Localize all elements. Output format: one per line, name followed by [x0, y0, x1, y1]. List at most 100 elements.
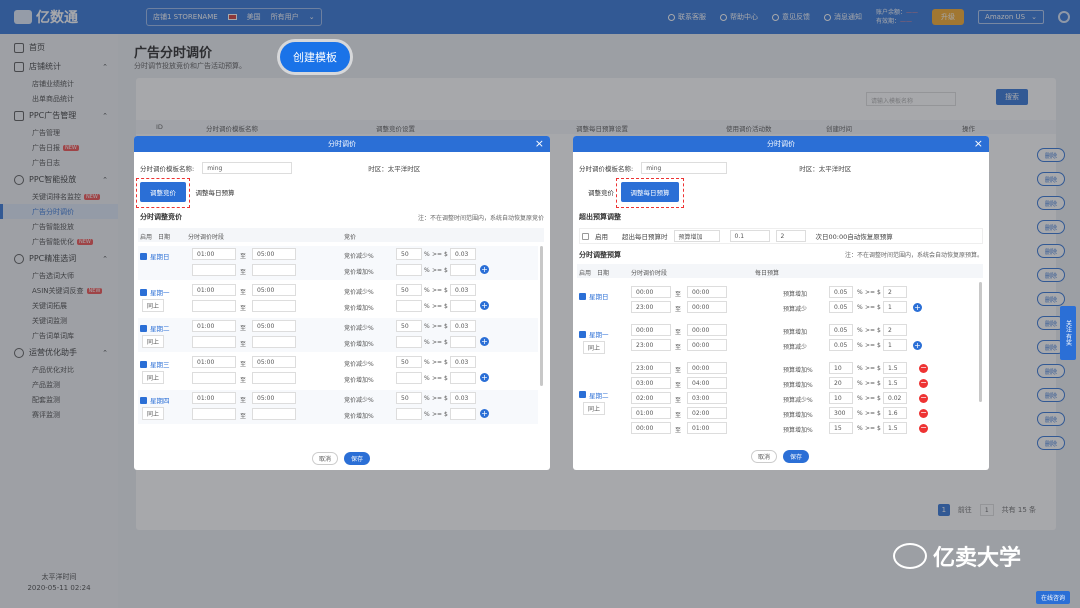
adjust-type[interactable]: 预算减少: [783, 342, 807, 351]
adjust-type[interactable]: 预算减少: [783, 304, 807, 313]
time-start-input[interactable]: 03:00: [631, 377, 671, 389]
enable-checkbox[interactable]: [579, 292, 586, 300]
add-row-button[interactable]: +: [480, 301, 489, 310]
template-name-input[interactable]: ming: [641, 162, 728, 174]
limit-input[interactable]: 0.02: [883, 392, 907, 404]
limit-input[interactable]: [450, 408, 476, 420]
time-start-input[interactable]: [192, 372, 236, 384]
limit-input[interactable]: 2: [883, 324, 907, 336]
enable-checkbox[interactable]: [140, 396, 147, 404]
adjust-type[interactable]: 竞价减少%: [344, 287, 374, 296]
same-as-above-button[interactable]: 同上: [142, 371, 165, 384]
percent-input[interactable]: 15: [829, 422, 853, 434]
add-row-button[interactable]: +: [480, 337, 489, 346]
enable-checkbox[interactable]: [140, 324, 147, 332]
time-start-input[interactable]: 23:00: [631, 339, 671, 351]
add-row-button[interactable]: +: [913, 303, 922, 312]
adjust-type[interactable]: 预算增加: [783, 327, 807, 336]
time-start-input[interactable]: 00:00: [631, 324, 671, 336]
limit-input[interactable]: 1.5: [883, 377, 907, 389]
percent-input[interactable]: 20: [829, 377, 853, 389]
add-row-button[interactable]: +: [480, 409, 489, 418]
same-as-above-button[interactable]: 同上: [583, 401, 606, 415]
percent-input[interactable]: [396, 372, 422, 384]
time-start-input[interactable]: 01:00: [192, 320, 236, 332]
side-float-tab[interactable]: 关注 有奖: [1060, 306, 1076, 360]
tab-adjust-budget[interactable]: 调整每日预算: [190, 182, 240, 202]
time-start-input[interactable]: 01:00: [192, 356, 236, 368]
limit-input[interactable]: [450, 264, 476, 276]
close-icon[interactable]: ×: [535, 137, 544, 150]
limit-input[interactable]: 0.03: [450, 284, 476, 296]
same-as-above-button[interactable]: 同上: [142, 407, 165, 420]
time-start-input[interactable]: 01:00: [631, 407, 671, 419]
adjust-type[interactable]: 竞价减少%: [344, 395, 374, 404]
adjust-type[interactable]: 预算减少%: [783, 395, 813, 404]
time-end-input[interactable]: [252, 264, 296, 276]
save-button[interactable]: 保存: [344, 452, 370, 465]
remove-row-button[interactable]: −: [919, 379, 928, 388]
tab-adjust-bid[interactable]: 调整竞价: [140, 182, 186, 202]
time-end-input[interactable]: 05:00: [252, 284, 296, 296]
tab-adjust-bid[interactable]: 调整竞价: [581, 182, 621, 202]
percent-input[interactable]: [396, 408, 422, 420]
time-end-input[interactable]: [252, 372, 296, 384]
time-end-input[interactable]: 00:00: [687, 362, 727, 374]
time-end-input[interactable]: 00:00: [687, 301, 727, 313]
time-start-input[interactable]: 00:00: [631, 422, 671, 434]
adjust-type[interactable]: 预算增加%: [783, 410, 813, 419]
time-end-input[interactable]: 01:00: [687, 422, 727, 434]
same-as-above-button[interactable]: 同上: [142, 335, 165, 348]
adjust-type[interactable]: 竞价增加%: [344, 303, 374, 312]
close-icon[interactable]: ×: [974, 137, 983, 150]
day-row[interactable]: 星期日: [579, 291, 609, 301]
cancel-button[interactable]: 取消: [751, 450, 777, 463]
remove-row-button[interactable]: −: [919, 364, 928, 373]
day-row[interactable]: 星期三: [140, 359, 170, 369]
percent-input[interactable]: [396, 264, 422, 276]
add-row-button[interactable]: +: [480, 373, 489, 382]
adjust-type[interactable]: 竞价减少%: [344, 251, 374, 260]
time-start-input[interactable]: [192, 408, 236, 420]
time-end-input[interactable]: 00:00: [687, 324, 727, 336]
percent-input[interactable]: 0.05: [829, 339, 853, 351]
percent-input[interactable]: [396, 336, 422, 348]
time-start-input[interactable]: 02:00: [631, 392, 671, 404]
template-name-input[interactable]: ming: [202, 162, 293, 174]
time-end-input[interactable]: 02:00: [687, 407, 727, 419]
percent-input[interactable]: 0.05: [829, 324, 853, 336]
limit-input[interactable]: 0.03: [450, 248, 476, 260]
enable-checkbox[interactable]: [140, 288, 147, 296]
day-row[interactable]: 星期四: [140, 395, 170, 405]
adjust-type[interactable]: 预算增加%: [783, 380, 813, 389]
adjust-type[interactable]: 竞价减少%: [344, 359, 374, 368]
time-end-input[interactable]: 00:00: [687, 286, 727, 298]
limit-input[interactable]: 1: [883, 301, 907, 313]
adjust-type[interactable]: 预算增加: [783, 289, 807, 298]
percent-input[interactable]: 50: [396, 356, 422, 368]
time-end-input[interactable]: 05:00: [252, 248, 296, 260]
day-row[interactable]: 星期一: [140, 287, 170, 297]
limit-input[interactable]: 2: [883, 286, 907, 298]
add-row-button[interactable]: +: [913, 341, 922, 350]
time-start-input[interactable]: [192, 336, 236, 348]
percent-input[interactable]: 0.05: [829, 301, 853, 313]
time-end-input[interactable]: 05:00: [252, 320, 296, 332]
time-start-input[interactable]: [192, 264, 236, 276]
percent-input[interactable]: [396, 300, 422, 312]
over-budget-max[interactable]: 2: [775, 230, 806, 242]
day-row[interactable]: 星期二: [140, 323, 170, 333]
time-start-input[interactable]: 01:00: [192, 284, 236, 296]
cancel-button[interactable]: 取消: [312, 452, 338, 465]
percent-input[interactable]: 300: [829, 407, 853, 419]
time-end-input[interactable]: 00:00: [687, 339, 727, 351]
online-consult-button[interactable]: 在线咨询: [1035, 591, 1070, 604]
adjust-type[interactable]: 预算增加%: [783, 365, 813, 374]
time-end-input[interactable]: 03:00: [687, 392, 727, 404]
percent-input[interactable]: 50: [396, 392, 422, 404]
scrollbar[interactable]: [540, 246, 543, 386]
over-budget-select[interactable]: 预算增加: [673, 230, 720, 242]
time-end-input[interactable]: 04:00: [687, 377, 727, 389]
enable-checkbox[interactable]: [140, 360, 147, 368]
limit-input[interactable]: [450, 336, 476, 348]
